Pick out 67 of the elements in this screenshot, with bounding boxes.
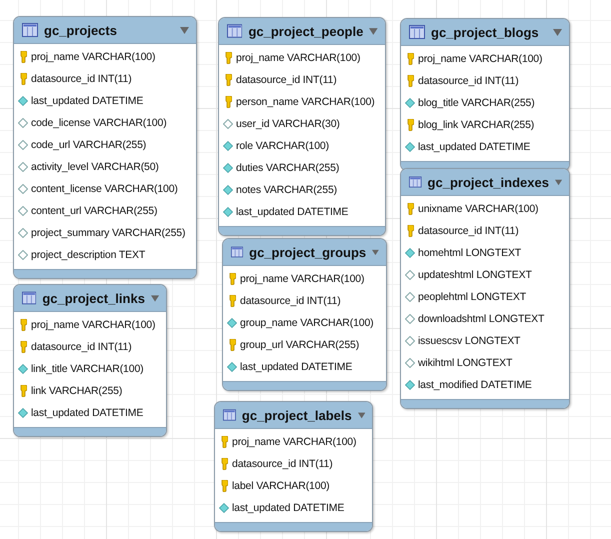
table-name: gc_project_indexes	[428, 174, 549, 190]
column-entry: label VARCHAR(100)	[232, 480, 330, 492]
column-entry: homehtml LONGTEXT	[418, 247, 522, 259]
dropdown-icon[interactable]	[553, 28, 562, 36]
column-entry: proj_name VARCHAR(100)	[236, 52, 360, 64]
column-entry: duties VARCHAR(255)	[236, 162, 340, 174]
column-entry: updateshtml LONGTEXT	[418, 269, 532, 281]
dropdown-icon[interactable]	[358, 412, 365, 418]
column-entry: last_updated DATETIME	[31, 95, 144, 107]
column-entry: wikihtml LONGTEXT	[418, 357, 512, 369]
column-entry: datasource_id INT(11)	[236, 74, 337, 86]
column-entry: datasource_id INT(11)	[31, 73, 132, 85]
column-entry: datasource_id INT(11)	[232, 458, 333, 470]
table-icon	[22, 291, 36, 305]
column-entry: datasource_id INT(11)	[240, 295, 341, 307]
column-entry: activity_level VARCHAR(50)	[31, 161, 159, 173]
column-entry: last_updated DATETIME	[240, 361, 352, 373]
table-name: gc_project_people	[248, 24, 364, 38]
dropdown-icon[interactable]	[150, 294, 159, 302]
column-entry: last_updated DATETIME	[236, 206, 348, 218]
table-name: gc_projects	[44, 22, 118, 38]
column-entry: last_updated DATETIME	[232, 502, 344, 514]
column-entry: last_updated DATETIME	[31, 407, 144, 419]
column-entry: proj_name VARCHAR(100)	[418, 53, 542, 65]
table-name: gc_project_groups	[249, 244, 366, 260]
dropdown-icon[interactable]	[372, 248, 379, 256]
column-entry: issuescsv LONGTEXT	[418, 335, 520, 347]
column-entry: peoplehtml LONGTEXT	[418, 291, 526, 303]
table-name: gc_project_blogs	[431, 24, 540, 40]
table-icon	[223, 408, 236, 422]
dropdown-icon[interactable]	[554, 178, 562, 186]
column-entry: datasource_id INT(11)	[418, 75, 519, 87]
column-entry: content_license VARCHAR(100)	[31, 183, 178, 195]
table-icon	[227, 24, 242, 38]
column-entry: role VARCHAR(100)	[236, 140, 329, 152]
column-entry: proj_name VARCHAR(100)	[31, 319, 156, 331]
column-entry: proj_name VARCHAR(100)	[240, 273, 364, 285]
column-entry: link_title VARCHAR(100)	[31, 363, 144, 375]
column-entry: datasource_id INT(11)	[418, 225, 519, 237]
column-entry: group_name VARCHAR(100)	[240, 317, 374, 329]
table-icon	[409, 25, 425, 39]
column-entry: user_id VARCHAR(30)	[236, 118, 340, 130]
column-entry: proj_name VARCHAR(100)	[31, 51, 156, 63]
column-entry: last_modified DATETIME	[418, 379, 532, 391]
dropdown-icon[interactable]	[369, 28, 378, 34]
column-entry: last_updated DATETIME	[418, 141, 530, 153]
column-entry: proj_name VARCHAR(100)	[232, 436, 356, 448]
column-entry: code_url VARCHAR(255)	[31, 139, 146, 151]
column-entry: group_url VARCHAR(255)	[240, 339, 360, 351]
table-name: gc_project_links	[42, 290, 145, 306]
column-entry: person_name VARCHAR(100)	[236, 96, 375, 108]
column-entry: unixname VARCHAR(100)	[418, 203, 538, 215]
column-entry: blog_title VARCHAR(255)	[418, 97, 535, 109]
table-icon	[409, 175, 422, 189]
table-name: gc_project_labels	[242, 408, 352, 422]
table-icon	[22, 23, 38, 37]
column-entry: datasource_id INT(11)	[31, 341, 132, 353]
column-entry: code_license VARCHAR(100)	[31, 117, 167, 129]
column-entry: downloadshtml LONGTEXT	[418, 313, 544, 325]
column-entry: link VARCHAR(255)	[31, 385, 122, 397]
dropdown-icon[interactable]	[180, 26, 189, 34]
column-entry: project_summary VARCHAR(255)	[31, 227, 186, 239]
column-entry: notes VARCHAR(255)	[236, 184, 337, 196]
column-entry: content_url VARCHAR(255)	[31, 205, 158, 217]
column-entry: blog_link VARCHAR(255)	[418, 119, 534, 131]
column-entry: project_description TEXT	[31, 249, 146, 261]
table-icon	[231, 245, 244, 259]
